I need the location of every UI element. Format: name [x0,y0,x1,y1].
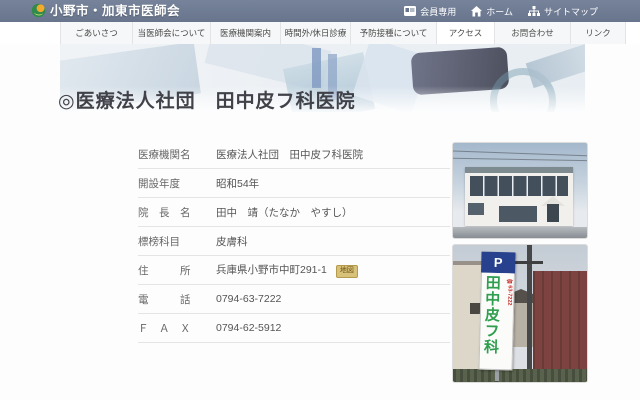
nav-tab-afterhours[interactable]: 時間外/休日診療 [280,22,350,44]
sitemap-label: サイトマップ [544,5,598,18]
row-label: 院 長 名 [138,205,216,220]
row-value: 昭和54年 [216,176,259,191]
table-row-address: 住 所 兵庫県小野市中町291-1 地図 [138,256,450,285]
row-value: 兵庫県小野市中町291-1 地図 [216,262,358,277]
nav-tab-about[interactable]: 当医師会について [132,22,210,44]
row-value: 皮膚科 [216,234,248,249]
row-label: 医療機関名 [138,147,216,162]
header-utilities: 会員専用 ホーム サイトマップ [404,0,598,22]
clinic-signboard: P 田中皮フ科 ☎63-7222 [478,252,515,371]
clinic-sign-photo: P 田中皮フ科 ☎63-7222 [452,244,588,383]
home-label: ホーム [486,5,513,18]
row-label: 住 所 [138,263,216,278]
parking-sign-letter: P [481,252,516,274]
top-bar: 小野市・加東市医師会 会員専用 ホーム サイトマップ [0,0,640,22]
clinic-info-table: 医療機関名 医療法人社団 田中皮フ科医院 開設年度 昭和54年 院 長 名 田中… [138,140,450,343]
address-text: 兵庫県小野市中町291-1 [216,264,327,276]
table-row-director: 院 長 名 田中 靖（たなか やすし） [138,198,450,227]
site-title[interactable]: 小野市・加東市医師会 [50,0,180,22]
table-row-phone: 電 話 0794-63-7222 [138,285,450,314]
id-card-icon [404,6,416,16]
page: 小野市・加東市医師会 会員専用 ホーム サイトマップ ごあいさつ 当医師会につい… [0,0,640,400]
row-value: 0794-63-7222 [216,293,281,305]
nav-tab-contact[interactable]: お問合わせ [494,22,570,44]
row-value: 医療法人社団 田中皮フ科医院 [216,147,363,162]
row-value: 田中 靖（たなか やすし） [216,205,353,220]
row-label: 電 話 [138,292,216,307]
row-value: 0794-62-5912 [216,322,281,334]
sign-clinic-name: 田中皮フ科 [483,275,500,355]
member-area-label: 会員専用 [420,5,456,18]
row-label: 開設年度 [138,176,216,191]
table-row-specialty: 標榜科目 皮膚科 [138,227,450,256]
nav-tab-greeting[interactable]: ごあいさつ [60,22,132,44]
utility-pole [527,245,532,383]
sitemap-icon [528,6,540,17]
nav-tab-links[interactable]: リンク [570,22,626,44]
row-label: 標榜科目 [138,234,216,249]
sitemap-link[interactable]: サイトマップ [528,5,598,18]
table-row-institution-name: 医療機関名 医療法人社団 田中皮フ科医院 [138,140,450,169]
table-row-fax: Ｆ Ａ Ｘ 0794-62-5912 [138,314,450,343]
nav-tab-access[interactable]: アクセス [436,22,494,44]
home-link[interactable]: ホーム [471,5,513,18]
row-label: Ｆ Ａ Ｘ [138,321,216,336]
home-icon [471,6,482,17]
nav-tab-vaccination[interactable]: 予防接種について [350,22,436,44]
member-area-link[interactable]: 会員専用 [404,5,456,18]
association-logo-icon [31,3,46,18]
nav-tab-institutions[interactable]: 医療機関案内 [210,22,280,44]
sign-phone-number: ☎63-7222 [506,279,513,305]
table-row-established: 開設年度 昭和54年 [138,169,450,198]
page-title: ◎医療法人社団 田中皮フ科医院 [58,86,356,113]
main-nav: ごあいさつ 当医師会について 医療機関案内 時間外/休日診療 予防接種について … [0,22,640,44]
clinic-building-photo [452,142,588,239]
map-badge[interactable]: 地図 [336,265,358,277]
nav-tabs: ごあいさつ 当医師会について 医療機関案内 時間外/休日診療 予防接種について … [60,22,626,44]
